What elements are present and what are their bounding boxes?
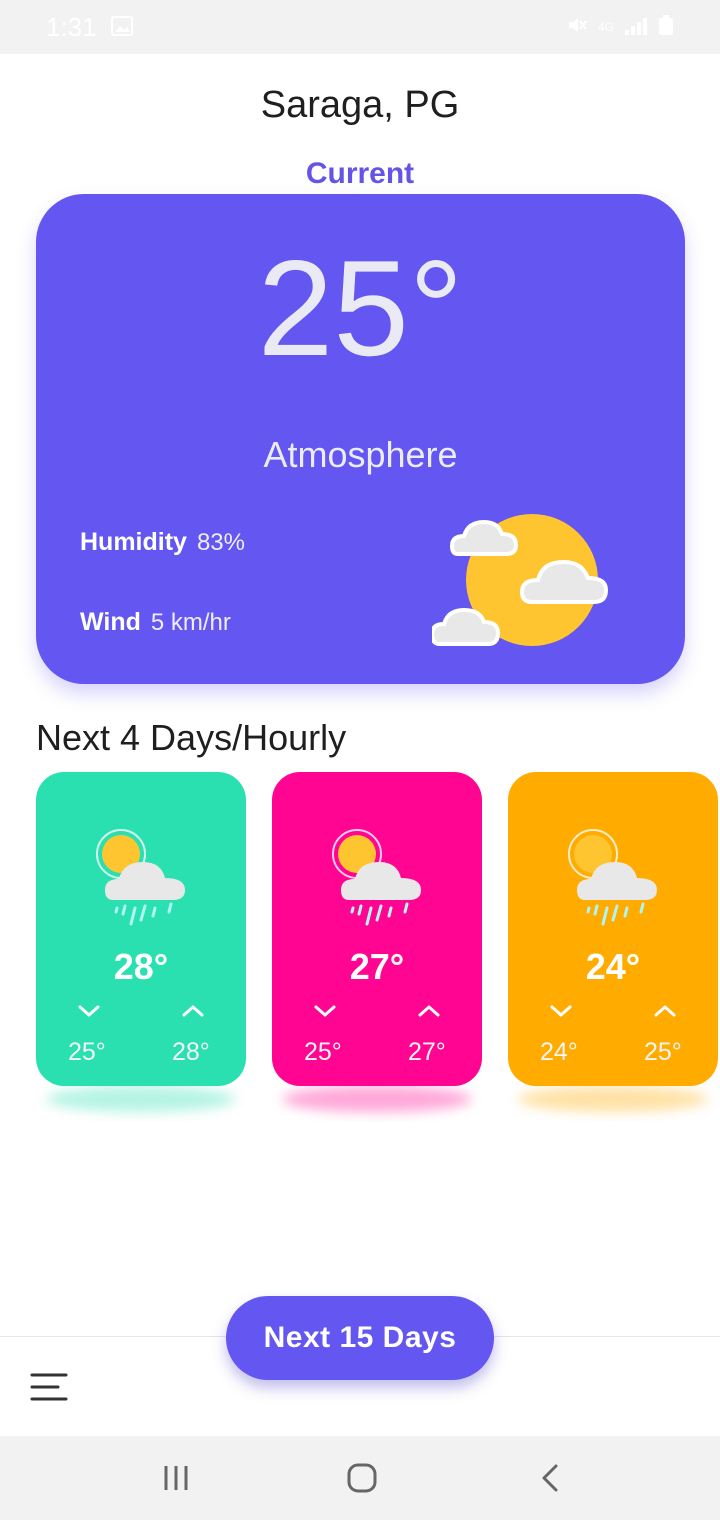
status-bar: 1:31 4G <box>0 0 720 54</box>
current-weather-card: 25° Atmosphere Humidity 83% Wind 5 km/hr <box>36 194 685 684</box>
forecast-list[interactable]: 28° 25° 28° 27° 25° 27° 24° 24° 25° <box>0 772 720 1122</box>
sun-clouds-icon <box>429 508 632 663</box>
wind-row: Wind 5 km/hr <box>80 608 231 637</box>
forecast-max-temp: 28° <box>172 1038 210 1066</box>
signal-icon <box>624 12 648 43</box>
status-time: 1:31 <box>46 11 97 42</box>
home-icon <box>347 1463 377 1493</box>
card-shadow <box>46 1086 236 1112</box>
humidity-label: Humidity <box>80 528 187 556</box>
humidity-row: Humidity 83% <box>80 528 245 557</box>
forecast-min-temp: 25° <box>68 1038 106 1066</box>
chevron-up-icon <box>182 1005 204 1017</box>
forecast-min-temp: 24° <box>540 1038 578 1066</box>
current-temperature: 25° <box>257 232 464 384</box>
card-shadow <box>518 1086 708 1112</box>
current-condition: Atmosphere <box>263 434 458 475</box>
gallery-icon <box>110 12 133 43</box>
city-title: Saraga, PG <box>260 83 460 126</box>
chevron-down-icon <box>314 1005 336 1017</box>
system-nav-bar <box>0 1436 720 1520</box>
humidity-value: 83% <box>196 529 245 556</box>
wind-value: 5 km/hr <box>150 609 231 636</box>
forecast-section-title: Next 4 Days/Hourly <box>36 717 347 758</box>
recent-apps-button[interactable] <box>152 1454 200 1502</box>
forecast-card[interactable]: 27° 25° 27° <box>272 772 482 1112</box>
sun-cloud-rain-icon <box>327 824 427 939</box>
back-icon <box>542 1464 558 1492</box>
chevron-up-icon <box>418 1005 440 1017</box>
wind-label: Wind <box>80 608 141 636</box>
status-left: 1:31 <box>46 12 133 43</box>
card-shadow <box>282 1086 472 1112</box>
forecast-temperature: 27° <box>349 946 405 987</box>
status-right: 4G <box>566 12 674 43</box>
chevron-down-icon <box>550 1005 572 1017</box>
next-15-days-button[interactable]: Next 15 Days <box>226 1296 494 1380</box>
sun-cloud-rain-icon <box>563 824 663 939</box>
forecast-temperature: 24° <box>585 946 641 987</box>
forecast-card[interactable]: 24° 24° 25° <box>508 772 718 1112</box>
sun-cloud-rain-icon <box>91 824 191 939</box>
network-type-icon: 4G <box>597 20 614 34</box>
recent-apps-icon <box>164 1466 188 1490</box>
menu-icon[interactable] <box>30 1372 68 1402</box>
chevron-up-icon <box>654 1005 676 1017</box>
battery-icon <box>658 12 674 43</box>
back-button[interactable] <box>526 1454 574 1502</box>
home-button[interactable] <box>338 1454 386 1502</box>
forecast-temperature: 28° <box>113 946 169 987</box>
chevron-down-icon <box>78 1005 100 1017</box>
forecast-max-temp: 25° <box>644 1038 682 1066</box>
mute-icon <box>566 12 588 43</box>
forecast-card[interactable]: 28° 25° 28° <box>36 772 246 1112</box>
forecast-min-temp: 25° <box>304 1038 342 1066</box>
forecast-max-temp: 27° <box>408 1038 446 1066</box>
current-section-label: Current <box>305 157 415 190</box>
